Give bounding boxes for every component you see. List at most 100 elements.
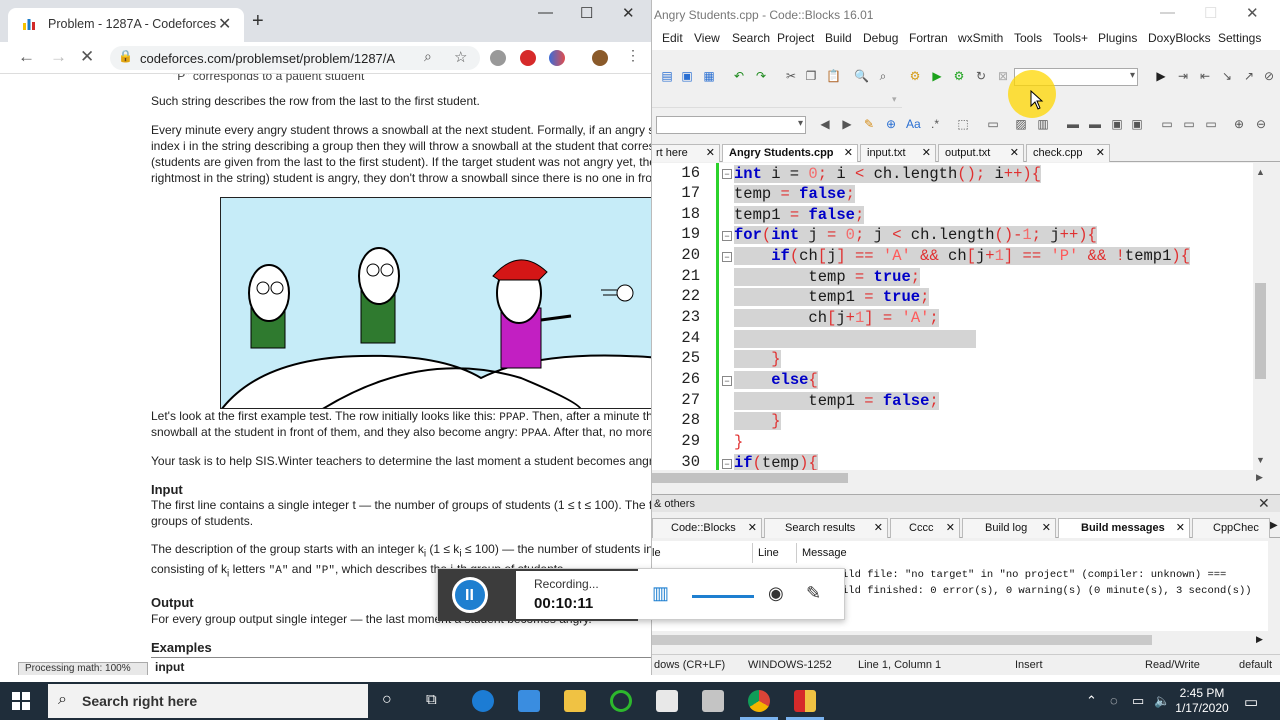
layout4-icon[interactable]: ▣ xyxy=(1130,117,1144,131)
code-line[interactable]: } xyxy=(734,349,781,369)
fold-toggle-icon[interactable]: − xyxy=(722,169,732,179)
scrollbar-thumb[interactable] xyxy=(1255,283,1266,379)
app-icon[interactable] xyxy=(702,690,724,712)
code-line[interactable]: else{ xyxy=(734,370,818,390)
fold-toggle-icon[interactable]: − xyxy=(722,459,732,469)
code-line[interactable]: if(temp){ xyxy=(734,453,818,470)
rect-icon[interactable]: ▭ xyxy=(986,117,1000,131)
minimize-icon[interactable]: — xyxy=(1160,4,1175,21)
menu-tools[interactable]: Tools xyxy=(1014,31,1042,45)
log-tab-build-messages[interactable]: Build messages ✕ xyxy=(1058,518,1190,538)
volume-slider[interactable] xyxy=(692,595,754,598)
forward-icon[interactable]: → xyxy=(50,47,67,67)
store-icon[interactable] xyxy=(518,690,540,712)
close-tab-icon[interactable]: ✕ xyxy=(1096,145,1105,161)
code-line[interactable]: temp1 = false; xyxy=(734,391,939,411)
back-icon[interactable]: ← xyxy=(18,47,35,67)
pen-icon[interactable]: ✎ xyxy=(806,583,821,604)
undo-icon[interactable]: ↶ xyxy=(732,69,746,83)
code-line[interactable]: ch[j+1] = 'A'; xyxy=(734,308,939,328)
close-tab-icon[interactable]: ✕ xyxy=(874,519,883,537)
code-editor[interactable]: 16 17 18 19 20 21 22 23 24 25 26 27 28 2… xyxy=(652,163,1268,470)
taskbar-clock[interactable]: 2:45 PM 1/17/2020 xyxy=(1172,686,1232,716)
chrome-menu-icon[interactable]: ⋮ xyxy=(626,47,640,64)
tab-check-cpp[interactable]: check.cpp ✕ xyxy=(1026,144,1110,162)
scroll-down-icon[interactable]: ▼ xyxy=(1256,455,1265,465)
code-line[interactable]: temp = false; xyxy=(734,184,855,204)
open-icon[interactable]: ▤ xyxy=(660,69,674,83)
close-tab-icon[interactable]: ✕ xyxy=(218,14,231,34)
extension-cloud-icon[interactable] xyxy=(490,50,506,66)
column-header-line[interactable]: Line xyxy=(758,547,779,559)
column-header-file[interactable]: le xyxy=(652,547,661,559)
prev-icon[interactable]: ◀ xyxy=(818,117,832,131)
close-window-icon[interactable]: ✕ xyxy=(1246,4,1259,22)
minimize-icon[interactable]: — xyxy=(538,4,553,21)
pause-recording-button[interactable]: II xyxy=(452,577,488,613)
redo-icon[interactable]: ↷ xyxy=(754,69,768,83)
close-tab-icon[interactable]: ✕ xyxy=(946,519,955,537)
box1-icon[interactable]: ▭ xyxy=(1160,117,1174,131)
code-line[interactable]: temp1 = true; xyxy=(734,287,930,307)
text-icon[interactable]: Aa xyxy=(906,117,921,131)
fold-toggle-icon[interactable]: − xyxy=(722,376,732,386)
close-tab-icon[interactable]: ✕ xyxy=(748,519,757,537)
scrollbar-thumb[interactable] xyxy=(652,473,848,483)
action-center-icon[interactable]: ▭ xyxy=(1244,693,1258,711)
select-icon[interactable]: ⬚ xyxy=(956,117,970,131)
tab-output-txt[interactable]: output.txt ✕ xyxy=(938,144,1024,162)
windows-start-icon[interactable] xyxy=(12,692,30,710)
box2-icon[interactable]: ▭ xyxy=(1182,117,1196,131)
codeblocks-icon[interactable] xyxy=(794,690,816,712)
code-line[interactable]: temp1 = false; xyxy=(734,205,865,225)
log-tab-search-results[interactable]: Search results ✕ xyxy=(764,518,888,538)
new-tab-icon[interactable]: + xyxy=(252,10,264,33)
browser-tab-codeforces[interactable]: Problem - 1287A - Codeforces ✕ xyxy=(8,8,244,42)
edge-icon[interactable] xyxy=(472,690,494,712)
tab-angry-students[interactable]: Angry Students.cpp ✕ xyxy=(722,144,858,162)
menu-search[interactable]: Search xyxy=(732,31,770,45)
dropdown-arrow-icon[interactable]: ▾ xyxy=(892,94,897,105)
close-tab-icon[interactable]: ✕ xyxy=(1176,519,1185,537)
debug-next-icon[interactable]: ⇤ xyxy=(1198,69,1212,83)
code-line[interactable]: int i = 0; i < ch.length(); i++){ xyxy=(734,164,1042,184)
doc-icon[interactable]: ▥ xyxy=(1036,117,1050,131)
close-tab-icon[interactable]: ✕ xyxy=(1010,145,1019,161)
bookmark-star-icon[interactable]: ☆ xyxy=(454,48,467,66)
build-run-icon[interactable]: ⚙ xyxy=(952,69,966,83)
rebuild-icon[interactable]: ↻ xyxy=(974,69,988,83)
log-tab-build-log[interactable]: Build log ✕ xyxy=(962,518,1056,538)
menu-settings[interactable]: Settings xyxy=(1218,31,1261,45)
app-circle-icon[interactable] xyxy=(610,690,632,712)
image-icon[interactable]: ▨ xyxy=(1014,117,1028,131)
mail-icon[interactable] xyxy=(656,690,678,712)
close-panel-icon[interactable]: ✕ xyxy=(1258,495,1270,512)
taskbar-search[interactable]: ⌕ Search right here xyxy=(48,684,368,718)
debug-run-icon[interactable]: ▶ xyxy=(1154,69,1168,83)
extension-icon[interactable] xyxy=(549,50,565,66)
layout1-icon[interactable]: ▬ xyxy=(1066,117,1080,131)
zoom-icon[interactable]: ⌕ xyxy=(424,48,432,65)
tray-chevron-icon[interactable]: ⌃ xyxy=(1086,693,1097,709)
audio-level-icon[interactable]: ▥ xyxy=(652,583,669,604)
tab-input-txt[interactable]: input.txt ✕ xyxy=(860,144,936,162)
code-line[interactable]: for(int j = 0; j < ch.length()-1; j++){ xyxy=(734,225,1097,245)
menu-doxyblocks[interactable]: DoxyBlocks xyxy=(1148,31,1211,45)
maximize-icon[interactable]: ☐ xyxy=(580,4,593,22)
debug-into-icon[interactable]: ↘ xyxy=(1220,69,1234,83)
chrome-icon[interactable] xyxy=(748,690,770,712)
layout3-icon[interactable]: ▣ xyxy=(1110,117,1124,131)
power-icon[interactable]: ▭ xyxy=(1132,693,1144,709)
zoom-out-icon[interactable]: ⊖ xyxy=(1254,117,1268,131)
run-icon[interactable]: ▶ xyxy=(930,69,944,83)
code-line[interactable]: if(ch[j] == 'A' && ch[j+1] == 'P' && !te… xyxy=(734,246,1191,266)
scrollbar-thumb[interactable] xyxy=(652,635,1152,645)
webcam-icon[interactable]: ◉ xyxy=(768,583,784,604)
close-tab-icon[interactable]: ✕ xyxy=(922,145,931,161)
box3-icon[interactable]: ▭ xyxy=(1204,117,1218,131)
fold-toggle-icon[interactable]: − xyxy=(722,252,732,262)
menu-tools-plus[interactable]: Tools+ xyxy=(1053,31,1088,45)
next-icon[interactable]: ▶ xyxy=(840,117,854,131)
menu-debug[interactable]: Debug xyxy=(863,31,898,45)
zoom-in-icon[interactable]: ⊕ xyxy=(1232,117,1246,131)
